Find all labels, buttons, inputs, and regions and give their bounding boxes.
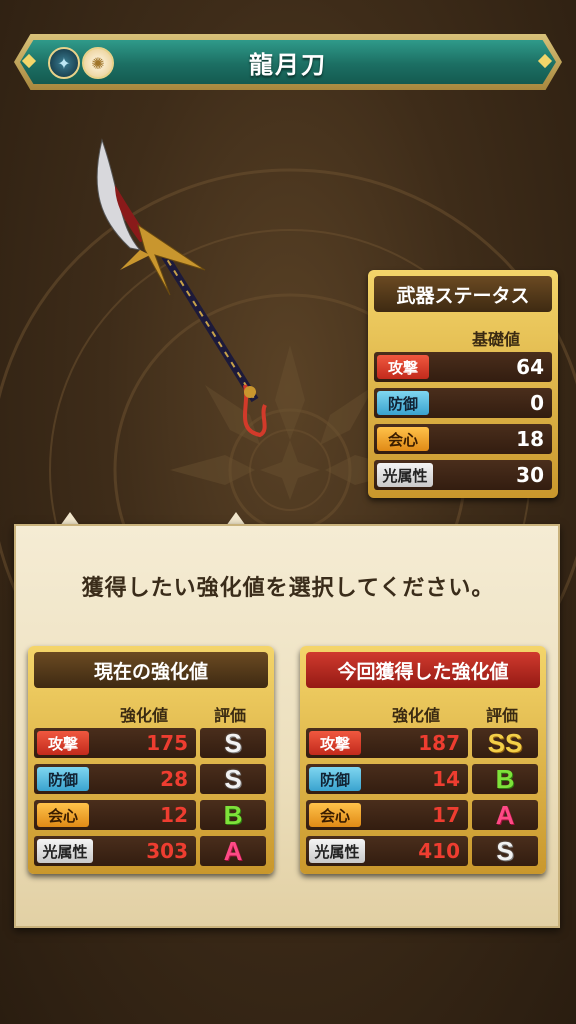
stat-value: 12 (160, 803, 188, 827)
base-value-column-header: 基礎値 (471, 330, 520, 349)
stat-value: 0 (530, 391, 544, 415)
stat-value: 18 (516, 427, 544, 451)
stat-value: 28 (160, 767, 188, 791)
stat-label: 会心 (377, 427, 429, 451)
grade-badge: A (472, 800, 538, 830)
stat-label: 防御 (37, 767, 89, 791)
weapon-status-header: 武器ステータス (374, 276, 552, 312)
stat-value: 410 (418, 839, 460, 863)
grade-badge: A (200, 836, 266, 866)
new-row-critical: 会心 17 (306, 800, 468, 830)
grade-column-header: 評価 (214, 706, 247, 725)
weapon-title: 龍月刀 (249, 50, 327, 79)
stat-value: 187 (418, 731, 460, 755)
weapon-status-panel: 武器ステータス 基礎値 攻撃 64 防御 0 会心 18 光属性 30 (368, 270, 558, 498)
current-row-light: 光属性 303 (34, 836, 196, 866)
stat-label: 会心 (309, 803, 361, 827)
current-enhancement-panel[interactable]: 現在の強化値 強化値 評価 攻撃 175 S 防御 28 S 会心 12 B 光… (28, 646, 274, 874)
stat-value: 30 (516, 463, 544, 487)
stat-label: 光属性 (37, 839, 93, 863)
grade-badge: B (472, 764, 538, 794)
stat-label: 攻撃 (309, 731, 361, 755)
stat-value: 303 (146, 839, 188, 863)
instruction-text: 獲得したい強化値を選択してください。 (81, 576, 495, 601)
new-row-light: 光属性 410 (306, 836, 468, 866)
current-row-defense: 防御 28 (34, 764, 196, 794)
current-row-critical: 会心 12 (34, 800, 196, 830)
spear-weapon-image (96, 138, 267, 438)
new-row-attack: 攻撃 187 (306, 728, 468, 758)
grade-column-header: 評価 (486, 706, 519, 725)
grade-badge: S (472, 836, 538, 866)
grade-badge: B (200, 800, 266, 830)
stat-label: 光属性 (377, 463, 433, 487)
stat-label: 光属性 (309, 839, 365, 863)
current-enhancement-header: 現在の強化値 (34, 652, 268, 688)
dark-element-icon: ✦ (48, 47, 80, 79)
stat-label: 会心 (37, 803, 89, 827)
new-row-defense: 防御 14 (306, 764, 468, 794)
enhancement-value-column-header: 強化値 (392, 706, 441, 725)
grade-badge: S (200, 728, 266, 758)
stat-label: 防御 (309, 767, 361, 791)
status-row-critical: 会心 18 (374, 424, 552, 454)
current-row-attack: 攻撃 175 (34, 728, 196, 758)
stat-label: 攻撃 (37, 731, 89, 755)
stat-value: 64 (516, 355, 544, 379)
grade-badge: SS (472, 728, 538, 758)
new-enhancement-header: 今回獲得した強化値 (306, 652, 540, 688)
status-row-attack: 攻撃 64 (374, 352, 552, 382)
stat-label: 攻撃 (377, 355, 429, 379)
new-enhancement-panel[interactable]: 今回獲得した強化値 強化値 評価 攻撃 187 SS 防御 14 B 会心 17… (300, 646, 546, 874)
enhancement-value-column-header: 強化値 (120, 706, 169, 725)
stat-value: 14 (432, 767, 460, 791)
stat-label: 防御 (377, 391, 429, 415)
status-row-defense: 防御 0 (374, 388, 552, 418)
status-row-light: 光属性 30 (374, 460, 552, 490)
stat-value: 17 (432, 803, 460, 827)
grade-badge: S (200, 764, 266, 794)
stat-value: 175 (146, 731, 188, 755)
light-element-icon: ✺ (82, 47, 114, 79)
